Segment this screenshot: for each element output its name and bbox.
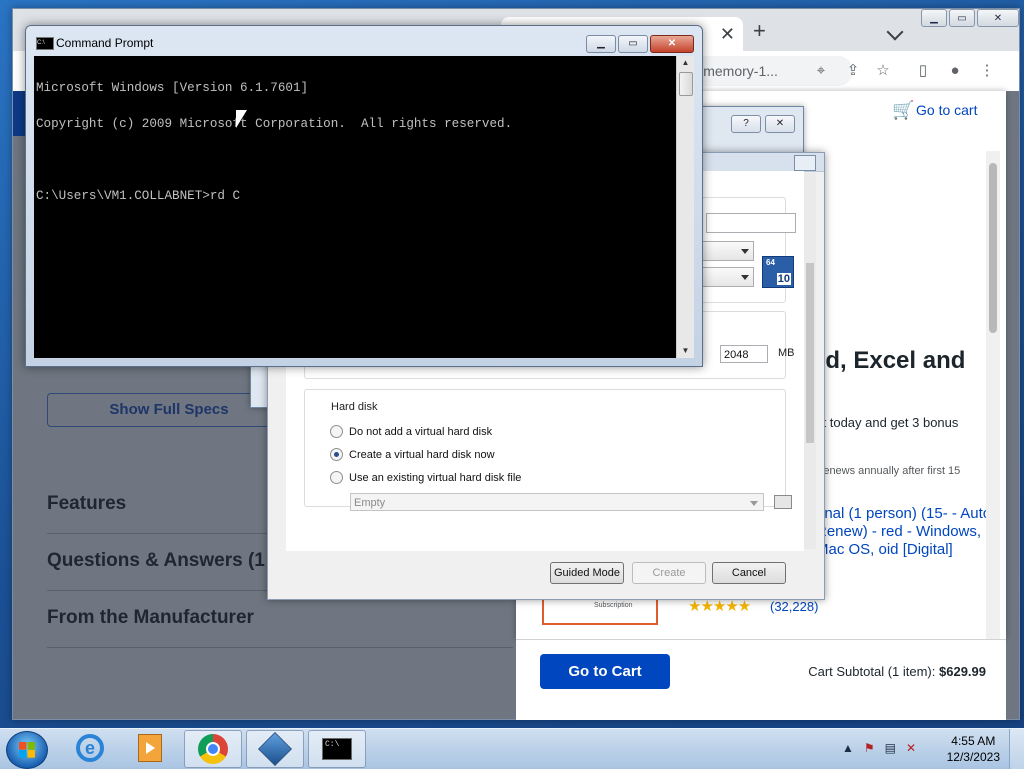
folder-open-icon[interactable] <box>774 495 792 509</box>
chrome-window-controls: ▁ ▭ ✕ <box>919 9 1019 27</box>
console-output[interactable]: Microsoft Windows [Version 6.1.7601] Cop… <box>34 56 676 358</box>
accordion-from-manufacturer[interactable]: From the Manufacturer <box>47 607 254 629</box>
scroll-thumb[interactable] <box>679 72 693 96</box>
header-strip <box>13 91 25 136</box>
cart-icon: 🛒 <box>892 100 915 120</box>
radio-label: Create a virtual hard disk now <box>349 448 495 461</box>
taskbar: e C:\ ▲ ⚑ ▤ ✕ 4:55 AM 12/3/2023 <box>0 728 1024 769</box>
accordion-features[interactable]: Features <box>47 493 126 515</box>
os-type-icon: 64 10 <box>762 256 794 288</box>
clock-time: 4:55 AM <box>951 734 996 748</box>
show-desktop-button[interactable] <box>1009 729 1024 769</box>
radio-label: Use an existing virtual hard disk file <box>349 471 522 484</box>
memory-size-spinbox[interactable]: 2048 <box>720 345 768 363</box>
product-title: rd, Excel and <box>816 347 966 374</box>
taskbar-virtualbox[interactable] <box>246 730 304 768</box>
radio-no-disk[interactable]: Do not add a virtual hard disk <box>330 425 492 438</box>
dialog-scrollbar[interactable] <box>804 173 816 549</box>
maximize-button[interactable]: ▭ <box>618 35 648 53</box>
volume-muted-icon[interactable]: ✕ <box>906 741 916 755</box>
close-button[interactable]: ✕ <box>650 35 694 53</box>
system-tray: ▲ ⚑ ▤ ✕ <box>842 741 916 755</box>
console-scrollbar[interactable]: ▲ ▼ <box>676 56 694 358</box>
go-to-cart-link[interactable]: 🛒 Go to cart <box>892 100 978 120</box>
internet-explorer-icon: e <box>76 734 104 762</box>
radio-button-checked[interactable] <box>330 448 343 461</box>
action-center-flag-icon[interactable]: ⚑ <box>864 741 875 755</box>
guided-mode-button[interactable]: Guided Mode <box>550 562 624 584</box>
go-to-cart-link-label: Go to cart <box>916 102 978 118</box>
minimize-button[interactable]: ▁ <box>586 35 616 53</box>
cart-subtotal: Cart Subtotal (1 item): $629.99 <box>808 664 986 679</box>
divider <box>47 647 513 648</box>
radio-button[interactable] <box>330 425 343 438</box>
modal-scrollbar[interactable] <box>986 151 1000 641</box>
cmd-window-controls: ▁ ▭ ✕ <box>586 35 694 53</box>
virtualbox-icon <box>258 732 292 766</box>
network-icon[interactable]: ▤ <box>885 741 896 755</box>
location-icon[interactable]: ⌖ <box>813 63 829 79</box>
product-link[interactable]: onal (1 person) (15- - Auto Renew) - red… <box>816 505 996 559</box>
window-title: Command Prompt <box>56 36 154 50</box>
existing-disk-combo[interactable]: Empty <box>350 493 764 511</box>
inner-close-icon[interactable] <box>794 155 816 171</box>
scroll-up-icon[interactable]: ▲ <box>677 56 694 70</box>
tab-close-icon[interactable]: ✕ <box>720 24 735 45</box>
maximize-button[interactable]: ▭ <box>949 9 975 27</box>
scroll-down-icon[interactable]: ▼ <box>677 344 694 358</box>
type-combo[interactable] <box>696 241 754 261</box>
clock[interactable]: 4:55 AM 12/3/2023 <box>947 733 1000 765</box>
memory-unit-label: MB <box>778 347 795 359</box>
cmd-title-icon: C:\ <box>36 37 54 50</box>
taskbar-internet-explorer[interactable]: e <box>62 730 118 766</box>
taskbar-chrome[interactable] <box>184 730 242 768</box>
scroll-thumb[interactable] <box>806 263 814 443</box>
taskbar-command-prompt[interactable]: C:\ <box>308 730 366 768</box>
product-note: -renews annually after first 15 <box>816 465 961 477</box>
radio-button[interactable] <box>330 471 343 484</box>
command-prompt-icon: C:\ <box>322 738 352 760</box>
vm-name-field[interactable] <box>706 213 796 233</box>
close-button[interactable]: ✕ <box>977 9 1019 27</box>
hard-disk-legend: Hard disk <box>328 401 381 413</box>
console-line: Copyright (c) 2009 Microsoft Corporation… <box>36 117 513 131</box>
console-line: C:\Users\VM1.COLLABNET>rd C <box>36 189 241 203</box>
create-button[interactable]: Create <box>632 562 706 584</box>
radio-existing-disk[interactable]: Use an existing virtual hard disk file <box>330 471 521 484</box>
start-button[interactable] <box>6 731 48 769</box>
radio-label: Do not add a virtual hard disk <box>349 425 493 438</box>
console-line: Microsoft Windows [Version 6.1.7601] <box>36 81 309 95</box>
cart-footer: Go to Cart Cart Subtotal (1 item): $629.… <box>516 639 1006 720</box>
media-player-icon <box>138 734 162 762</box>
chrome-icon <box>198 734 228 764</box>
bookmark-star-icon[interactable]: ☆ <box>875 63 891 79</box>
version-combo[interactable] <box>696 267 754 287</box>
radio-create-disk[interactable]: Create a virtual hard disk now <box>330 448 495 461</box>
taskbar-media-player[interactable] <box>122 730 178 766</box>
profile-icon[interactable]: ● <box>947 63 963 79</box>
go-to-cart-button[interactable]: Go to Cart <box>540 654 670 689</box>
side-panel-icon[interactable]: ▯ <box>915 63 931 79</box>
accordion-questions-answers[interactable]: Questions & Answers (1 <box>47 550 265 572</box>
dialog-close-button[interactable]: ✕ <box>765 115 795 133</box>
dialog-title-buttons: ? ✕ <box>731 115 795 133</box>
mouse-cursor-icon <box>236 110 247 128</box>
show-hidden-icons-arrow-icon[interactable]: ▲ <box>842 741 854 755</box>
menu-kebab-icon[interactable]: ⋮ <box>979 63 995 79</box>
cancel-button[interactable]: Cancel <box>712 562 786 584</box>
scroll-thumb[interactable] <box>989 163 997 333</box>
product-subtitle: ct today and get 3 bonus <box>816 415 959 430</box>
clock-date: 12/3/2023 <box>946 750 1000 764</box>
subtotal-value: $629.99 <box>939 664 986 679</box>
share-icon[interactable]: ⇪ <box>845 63 861 79</box>
minimize-button[interactable]: ▁ <box>921 9 947 27</box>
tab-search-chevron-icon[interactable] <box>886 23 904 41</box>
new-tab-icon[interactable]: + <box>753 20 766 42</box>
command-prompt-window: C:\ Command Prompt ▁ ▭ ✕ Microsoft Windo… <box>25 25 703 367</box>
review-count-link[interactable]: (32,228) <box>770 599 818 614</box>
os-version-label: 10 <box>776 273 791 285</box>
help-button[interactable]: ? <box>731 115 761 133</box>
subtotal-label: Cart Subtotal (1 item): <box>808 664 936 679</box>
